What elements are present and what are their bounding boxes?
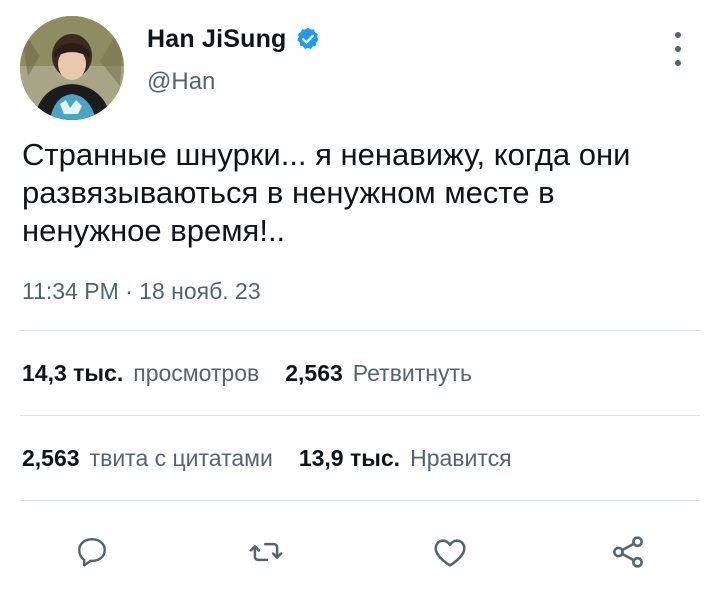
divider (20, 330, 700, 331)
stats-row-views-retweets: 14,3 тыс. просмотров 2,563 Ретвитнуть (22, 360, 498, 390)
tweet-text: Странные шнурки... я ненавижу, когда они… (22, 137, 631, 248)
tweet-timestamp[interactable]: 11:34 PM · 18 нояб. 23 (22, 278, 261, 305)
divider (20, 415, 700, 416)
more-options-icon[interactable] (664, 32, 692, 66)
likes-count[interactable]: 13,9 тыс. (299, 445, 400, 472)
quotes-count[interactable]: 2,563 (22, 445, 80, 472)
retweets-count[interactable]: 2,563 (285, 360, 343, 387)
author-name-row: Han JiSung (147, 24, 321, 54)
user-handle[interactable]: @Han (147, 68, 215, 96)
avatar-image (20, 16, 124, 120)
likes-label[interactable]: Нравится (410, 445, 512, 472)
verified-badge-icon (295, 26, 321, 52)
display-name[interactable]: Han JiSung (147, 25, 287, 54)
retweets-label[interactable]: Ретвитнуть (353, 360, 472, 387)
like-icon[interactable] (428, 530, 472, 574)
stats-row-quotes-likes: 2,563 твита с цитатами 13,9 тыс. Нравитс… (22, 445, 538, 475)
reply-icon[interactable] (70, 530, 114, 574)
views-label: просмотров (133, 360, 260, 386)
tweet-card: Han JiSung @Han Странные шнурки... я нен… (0, 0, 720, 594)
share-icon[interactable] (606, 530, 650, 574)
tweet-actions-bar (0, 522, 720, 578)
quotes-label[interactable]: твита с цитатами (90, 445, 273, 472)
divider (20, 500, 700, 501)
retweet-icon[interactable] (244, 530, 288, 574)
avatar[interactable] (20, 16, 124, 120)
views-count: 14,3 тыс. (22, 360, 124, 386)
